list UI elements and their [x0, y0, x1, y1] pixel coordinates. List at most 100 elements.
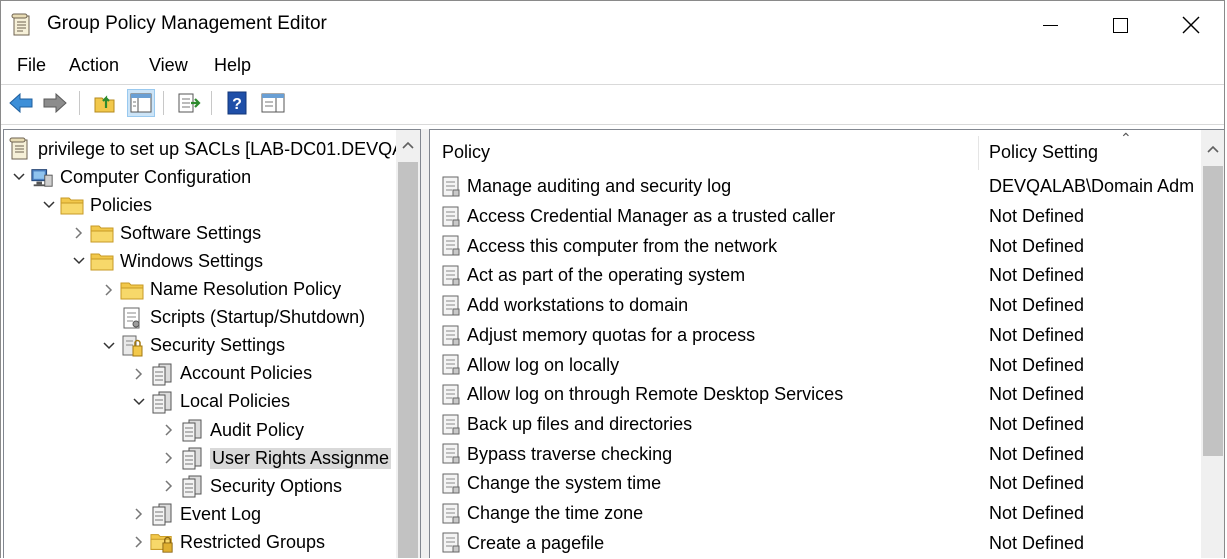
menu-divider — [1, 84, 1224, 85]
policy-setting: Not Defined — [989, 295, 1085, 316]
policy-book-icon — [180, 418, 204, 442]
computer-icon — [30, 165, 54, 189]
tree-item-label: User Rights Assignme — [210, 447, 392, 469]
policy-setting: Not Defined — [989, 354, 1085, 375]
chevron-right-icon[interactable] — [98, 276, 120, 304]
table-row[interactable]: Manage auditing and security log DEVQALAB… — [430, 172, 1200, 202]
column-divider[interactable] — [978, 136, 979, 170]
tree-item[interactable]: Restricted Groups — [128, 528, 325, 556]
menu-action[interactable]: Action — [66, 55, 122, 76]
table-row[interactable]: Bypass traverse checking Not Defined — [430, 439, 1200, 469]
policy-list[interactable]: Policy ⌃ Policy Setting Manage auditing … — [429, 129, 1224, 558]
table-row[interactable]: Back up files and directories Not Defined — [430, 410, 1200, 440]
tree-item[interactable]: Security Options — [158, 472, 342, 500]
tree-item-label: Audit Policy — [210, 419, 305, 440]
tree-item[interactable]: User Rights Assignme — [158, 444, 392, 472]
tree-item[interactable]: Security Settings — [98, 332, 285, 360]
tree-item-label: Windows Settings — [120, 250, 264, 271]
policy-item-icon — [441, 473, 461, 495]
toolbar-separator — [211, 91, 212, 115]
policy-item-icon — [441, 414, 461, 436]
table-row[interactable]: Create a pagefile Not Defined — [430, 528, 1200, 558]
policy-name: Manage auditing and security log — [467, 176, 732, 197]
chevron-down-icon[interactable] — [98, 332, 120, 360]
pane-splitter[interactable] — [421, 129, 429, 558]
forward-button[interactable] — [41, 89, 69, 117]
chevron-down-icon[interactable] — [68, 247, 90, 275]
chevron-down-icon[interactable] — [38, 191, 60, 219]
properties-pane-button[interactable] — [259, 89, 287, 117]
policy-book-icon — [180, 446, 204, 470]
table-row[interactable]: Act as part of the operating system Not D… — [430, 261, 1200, 291]
tree-item[interactable]: privilege to set up SACLs [LAB-DC01.DEVQ… — [8, 135, 404, 163]
chevron-right-icon[interactable] — [128, 500, 150, 528]
tree-item[interactable]: Name Resolution Policy — [98, 276, 341, 304]
gpo-icon — [8, 137, 32, 161]
table-row[interactable]: Change the system time Not Defined — [430, 469, 1200, 499]
help-button[interactable]: ? — [223, 89, 251, 117]
export-list-button[interactable] — [175, 89, 203, 117]
policy-setting: DEVQALAB\Domain Adm — [989, 176, 1195, 197]
list-scrollbar[interactable] — [1201, 130, 1224, 558]
table-row[interactable]: Allow log on through Remote Desktop Serv… — [430, 380, 1200, 410]
chevron-down-icon[interactable] — [8, 163, 30, 191]
tree-item[interactable]: Computer Configuration — [8, 163, 251, 191]
chevron-right-icon[interactable] — [158, 416, 180, 444]
tree-item[interactable]: Account Policies — [128, 360, 312, 388]
title-bar: Group Policy Management Editor — [1, 1, 1224, 49]
minimize-icon — [1042, 24, 1058, 26]
tree-item-label: Security Settings — [150, 335, 286, 356]
table-row[interactable]: Change the time zone Not Defined — [430, 499, 1200, 529]
up-folder-icon — [94, 95, 115, 113]
back-button[interactable] — [7, 89, 35, 117]
maximize-button[interactable] — [1084, 1, 1156, 49]
properties-pane-icon — [261, 93, 285, 113]
close-button[interactable] — [1155, 1, 1224, 49]
tree-item[interactable]: Windows Settings — [68, 247, 263, 275]
tree-scrollbar[interactable] — [396, 130, 420, 558]
folder-icon — [90, 221, 114, 245]
window-title: Group Policy Management Editor — [47, 13, 327, 34]
table-row[interactable]: Adjust memory quotas for a process Not De… — [430, 321, 1200, 351]
back-icon — [9, 92, 33, 114]
policy-name: Act as part of the operating system — [467, 265, 746, 286]
chevron-right-icon[interactable] — [158, 444, 180, 472]
table-row[interactable]: Access Credential Manager as a trusted c… — [430, 202, 1200, 232]
tree-scroll-up-button[interactable] — [396, 130, 420, 160]
table-row[interactable]: Access this computer from the network Not… — [430, 231, 1200, 261]
menu-bar: File Action View Help — [1, 51, 1224, 83]
chevron-right-icon[interactable] — [158, 472, 180, 500]
tree-item[interactable]: Software Settings — [68, 219, 261, 247]
table-row[interactable]: Add workstations to domain Not Defined — [430, 291, 1200, 321]
tree-item[interactable]: Audit Policy — [158, 416, 304, 444]
policy-name: Add workstations to domain — [467, 295, 689, 316]
toolbar: ? — [1, 87, 1224, 123]
tree-item-label: Name Resolution Policy — [150, 279, 342, 299]
list-scroll-thumb[interactable] — [1203, 166, 1223, 456]
tree-item[interactable]: Policies — [38, 191, 152, 219]
folder-icon — [120, 278, 144, 302]
policy-name: Create a pagefile — [467, 532, 605, 553]
tree-scroll-thumb[interactable] — [398, 162, 418, 558]
policy-item-icon — [441, 532, 461, 554]
chevron-right-icon[interactable] — [68, 219, 90, 247]
column-header-policy-setting[interactable]: Policy Setting — [989, 142, 1098, 163]
list-scroll-up-button[interactable] — [1201, 134, 1224, 164]
menu-help[interactable]: Help — [211, 55, 254, 76]
show-hide-tree-button[interactable] — [127, 89, 155, 117]
no-expander — [98, 304, 120, 332]
tree-item[interactable]: Local Policies — [128, 388, 290, 416]
chevron-right-icon[interactable] — [128, 360, 150, 388]
menu-file[interactable]: File — [14, 55, 49, 76]
menu-view[interactable]: View — [146, 55, 191, 76]
chevron-right-icon[interactable] — [128, 528, 150, 556]
tree-item[interactable]: Event Log — [128, 500, 261, 528]
up-folder-button[interactable] — [91, 89, 119, 117]
tree-item[interactable]: Scripts (Startup/Shutdown) — [98, 304, 365, 332]
column-header-policy[interactable]: Policy — [442, 142, 490, 163]
console-tree[interactable]: privilege to set up SACLs [LAB-DC01.DEVQ… — [3, 129, 421, 558]
minimize-button[interactable] — [1014, 1, 1086, 49]
chevron-down-icon[interactable] — [128, 388, 150, 416]
table-row[interactable]: Allow log on locally Not Defined — [430, 350, 1200, 380]
tree-item-label: Restricted Groups — [180, 531, 326, 552]
